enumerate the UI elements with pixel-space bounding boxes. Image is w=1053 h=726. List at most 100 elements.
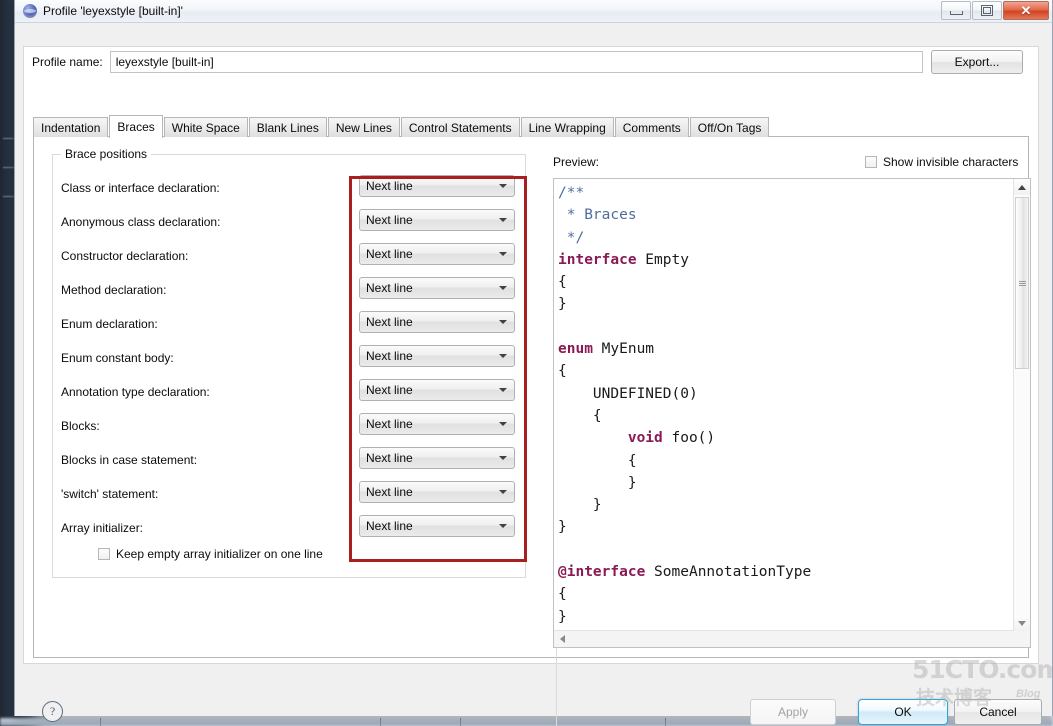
brace-combo-enum[interactable]: Next line [359, 311, 515, 333]
scrollbar-thumb[interactable] [1015, 197, 1029, 369]
chevron-down-icon [499, 524, 507, 528]
code-token: { [558, 407, 602, 424]
code-line: } [558, 494, 1012, 516]
tab-blank-lines[interactable]: Blank Lines [248, 117, 327, 137]
code-line: interface Empty [558, 249, 1012, 271]
scroll-up-button[interactable] [1014, 179, 1030, 195]
brace-combo-blocks-in-case[interactable]: Next line [359, 447, 515, 469]
code-line: } [558, 472, 1012, 494]
code-token: @interface [558, 564, 646, 581]
code-token: } [558, 608, 567, 625]
window-title: Profile 'leyexstyle [built-in]' [43, 4, 183, 18]
keep-empty-array-initializer-checkbox-row[interactable]: Keep empty array initializer on one line [98, 547, 323, 561]
code-token: enum [558, 341, 593, 358]
help-icon[interactable]: ? [42, 701, 63, 722]
code-token: MyEnum [592, 341, 655, 358]
combo-value: Next line [366, 281, 413, 295]
code-token: { [558, 452, 637, 469]
scroll-left-button[interactable] [554, 631, 570, 647]
tab-new-lines[interactable]: New Lines [327, 117, 400, 137]
combo-value: Next line [366, 519, 413, 533]
keep-empty-array-initializer-label: Keep empty array initializer on one line [116, 547, 323, 561]
brace-combo-class-or-interface[interactable]: Next line [359, 175, 515, 197]
code-line: } [558, 606, 1012, 628]
brace-row-label-blocks-in-case: Blocks in case statement: [61, 453, 198, 467]
checkbox-icon[interactable] [865, 156, 877, 168]
brace-row-label-enum-constant-body: Enum constant body: [61, 351, 174, 365]
tab-braces[interactable]: Braces [109, 115, 163, 138]
brace-combo-array-initializer[interactable]: Next line [359, 515, 515, 537]
chevron-down-icon [499, 388, 507, 392]
code-token: { [558, 586, 567, 603]
code-token: Empty [636, 251, 689, 268]
tab-off-on-tags[interactable]: Off/On Tags [689, 117, 770, 137]
title-bar: Profile 'leyexstyle [built-in]' ✕ [15, 0, 1052, 23]
brace-positions-group: Brace positions Class or interface decla… [52, 147, 526, 578]
export-button[interactable]: Export... [931, 50, 1023, 74]
preview-code-box: /** * Braces */ interface Empty {} enum My… [553, 178, 1031, 648]
brace-combo-enum-constant-body[interactable]: Next line [359, 345, 515, 367]
window-controls: ✕ [941, 1, 1049, 20]
preview-horizontal-scrollbar[interactable] [554, 630, 1014, 647]
ok-button[interactable]: OK [858, 699, 948, 725]
restore-icon [981, 5, 993, 16]
code-token: UNDEFINED(0) [558, 385, 698, 402]
close-button[interactable]: ✕ [1003, 1, 1049, 20]
code-token: SomeAnnotationType [645, 564, 812, 581]
preview-vertical-scrollbar[interactable] [1013, 179, 1030, 631]
minimize-button[interactable] [941, 1, 971, 20]
tab-bar: Indentation Braces White Space Blank Lin… [33, 114, 770, 138]
code-line: { [558, 271, 1012, 293]
arrow-left-icon [559, 635, 565, 643]
code-token: * Braces [558, 207, 637, 224]
chevron-down-icon [499, 218, 507, 222]
combo-value: Next line [366, 179, 413, 193]
show-invisible-characters-label: Show invisible characters [883, 155, 1019, 169]
brace-row-label-enum: Enum declaration: [61, 317, 158, 331]
tab-line-wrapping[interactable]: Line Wrapping [520, 117, 614, 137]
code-line: enum MyEnum [558, 338, 1012, 360]
code-line: { [558, 405, 1012, 427]
profile-name-input[interactable] [109, 51, 923, 73]
brace-row-label-array-initializer: Array initializer: [61, 521, 144, 535]
brace-combo-blocks[interactable]: Next line [359, 413, 515, 435]
chevron-down-icon [499, 490, 507, 494]
taskbar-divider [460, 718, 461, 726]
chevron-down-icon [499, 354, 507, 358]
brace-combo-switch-statement[interactable]: Next line [359, 481, 515, 503]
brace-combo-method[interactable]: Next line [359, 277, 515, 299]
combo-value: Next line [366, 383, 413, 397]
brace-combo-constructor[interactable]: Next line [359, 243, 515, 265]
code-line: { [558, 450, 1012, 472]
brace-row-label-method: Method declaration: [61, 283, 167, 297]
show-invisible-characters-row[interactable]: Show invisible characters [865, 155, 1018, 169]
tab-comments[interactable]: Comments [614, 117, 689, 137]
code-token: } [558, 474, 637, 491]
code-token: } [558, 296, 567, 313]
brace-combo-annotation-type[interactable]: Next line [359, 379, 515, 401]
scroll-down-button[interactable] [1014, 615, 1030, 631]
cancel-button[interactable]: Cancel [954, 699, 1042, 725]
brace-combo-anonymous-class[interactable]: Next line [359, 209, 515, 231]
code-line: void foo() [558, 427, 1012, 449]
code-line: @interface SomeAnnotationType [558, 561, 1012, 583]
minimize-icon [949, 11, 963, 15]
profile-name-row: Profile name: [32, 51, 923, 73]
tab-indentation[interactable]: Indentation [33, 117, 109, 137]
chevron-down-icon [499, 184, 507, 188]
maximize-button[interactable] [972, 1, 1002, 20]
combo-value: Next line [366, 315, 413, 329]
brace-positions-group-title: Brace positions [61, 147, 152, 161]
checkbox-icon[interactable] [98, 548, 110, 560]
code-token: /** [558, 185, 585, 201]
code-line: } [558, 293, 1012, 315]
grip-icon [1018, 280, 1026, 287]
chevron-down-icon [499, 252, 507, 256]
tab-white-space[interactable]: White Space [163, 117, 248, 137]
arrow-down-icon [1018, 620, 1026, 626]
dialog-client-area: Profile name: Export... Indentation Brac… [15, 23, 1052, 726]
brace-row-label-anonymous-class: Anonymous class declaration: [61, 215, 221, 229]
tab-control-statements[interactable]: Control Statements [400, 117, 520, 137]
apply-button[interactable]: Apply [750, 699, 836, 725]
